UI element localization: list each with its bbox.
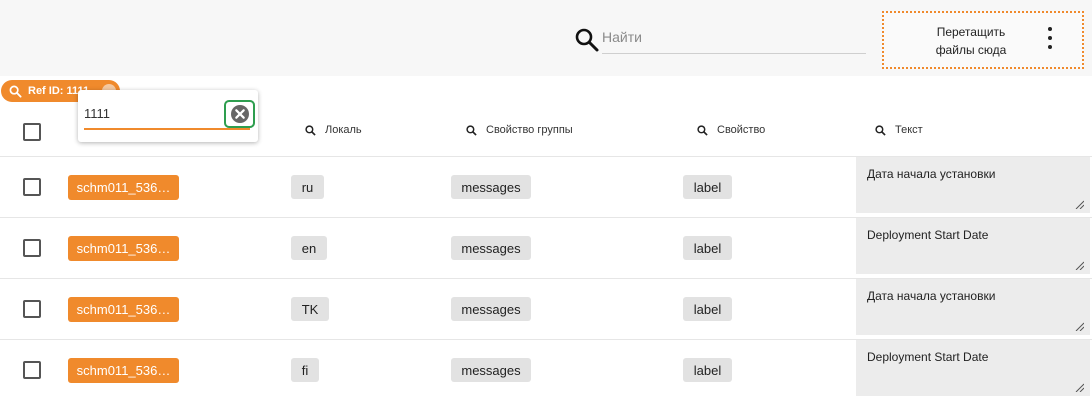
search-icon <box>9 85 22 98</box>
search-icon[interactable] <box>574 27 600 53</box>
row-checkbox[interactable] <box>23 361 41 379</box>
column-header-label: Свойство <box>717 124 766 136</box>
text-value-field[interactable]: Deployment Start Date <box>856 218 1090 274</box>
locale-tag: ru <box>291 175 324 199</box>
column-filter-popup <box>78 90 258 142</box>
row-checkbox[interactable] <box>23 239 41 257</box>
file-dropzone[interactable]: Перетащить файлы сюда <box>882 11 1084 69</box>
text-value-field[interactable]: Дата начала установки <box>856 157 1090 213</box>
locale-tag: TK <box>291 297 329 321</box>
locale-tag: fi <box>291 358 319 382</box>
group-property-tag: messages <box>451 236 531 260</box>
select-all-checkbox[interactable] <box>23 123 41 141</box>
search-icon <box>875 124 886 136</box>
dropzone-label-line1: Перетащить <box>936 25 1006 39</box>
group-property-tag: messages <box>451 175 531 199</box>
resize-grip-icon[interactable] <box>1074 199 1084 209</box>
kebab-menu-icon[interactable] <box>1044 27 1056 49</box>
property-tag: label <box>683 358 732 382</box>
top-toolbar: Перетащить файлы сюда <box>0 0 1092 76</box>
resize-grip-icon[interactable] <box>1074 382 1084 392</box>
search-input[interactable] <box>602 20 866 54</box>
row-checkbox[interactable] <box>23 178 41 196</box>
global-search <box>574 20 866 56</box>
row-checkbox[interactable] <box>23 300 41 318</box>
column-header-label: Текст <box>895 124 923 136</box>
column-header-label: Локаль <box>325 124 362 136</box>
group-property-tag: messages <box>451 297 531 321</box>
dropzone-label: Перетащить файлы сюда <box>904 23 1038 59</box>
table-row: schm011_536… TK messages label Дата нача… <box>0 279 1092 340</box>
row-key-button[interactable]: schm011_536… <box>68 358 179 383</box>
search-icon <box>697 124 708 136</box>
column-header-group-property[interactable]: Свойство группы <box>466 124 573 136</box>
filter-input[interactable] <box>84 102 224 124</box>
column-header-text[interactable]: Текст <box>875 124 923 136</box>
clear-filter-button[interactable] <box>224 100 255 128</box>
text-value: Дата начала установки <box>867 289 996 303</box>
column-header-locale[interactable]: Локаль <box>305 124 362 136</box>
row-key-button[interactable]: schm011_536… <box>68 297 179 322</box>
row-key-button[interactable]: schm011_536… <box>68 175 179 200</box>
filter-input-underline <box>84 128 250 130</box>
search-icon <box>466 124 477 136</box>
column-header-property[interactable]: Свойство <box>697 124 765 136</box>
property-tag: label <box>683 175 732 199</box>
text-value: Deployment Start Date <box>867 228 989 242</box>
row-key-button[interactable]: schm011_536… <box>68 236 179 261</box>
clear-circle-icon <box>230 105 249 123</box>
property-tag: label <box>683 236 732 260</box>
table-row: schm011_536… ru messages label Дата нача… <box>0 157 1092 218</box>
dropzone-label-line2: файлы сюда <box>935 43 1007 57</box>
text-value-field[interactable]: Deployment Start Date <box>856 340 1090 396</box>
table-row: schm011_536… fi messages label Deploymen… <box>0 340 1092 396</box>
locale-tag: en <box>291 236 327 260</box>
table-row: schm011_536… en messages label Deploymen… <box>0 218 1092 279</box>
group-property-tag: messages <box>451 358 531 382</box>
text-value: Дата начала установки <box>867 167 996 181</box>
text-value: Deployment Start Date <box>867 350 989 364</box>
search-icon <box>305 124 316 136</box>
column-header-label: Свойство группы <box>486 124 573 136</box>
resize-grip-icon[interactable] <box>1074 321 1084 331</box>
property-tag: label <box>683 297 732 321</box>
text-value-field[interactable]: Дата начала установки <box>856 279 1090 335</box>
resize-grip-icon[interactable] <box>1074 260 1084 270</box>
